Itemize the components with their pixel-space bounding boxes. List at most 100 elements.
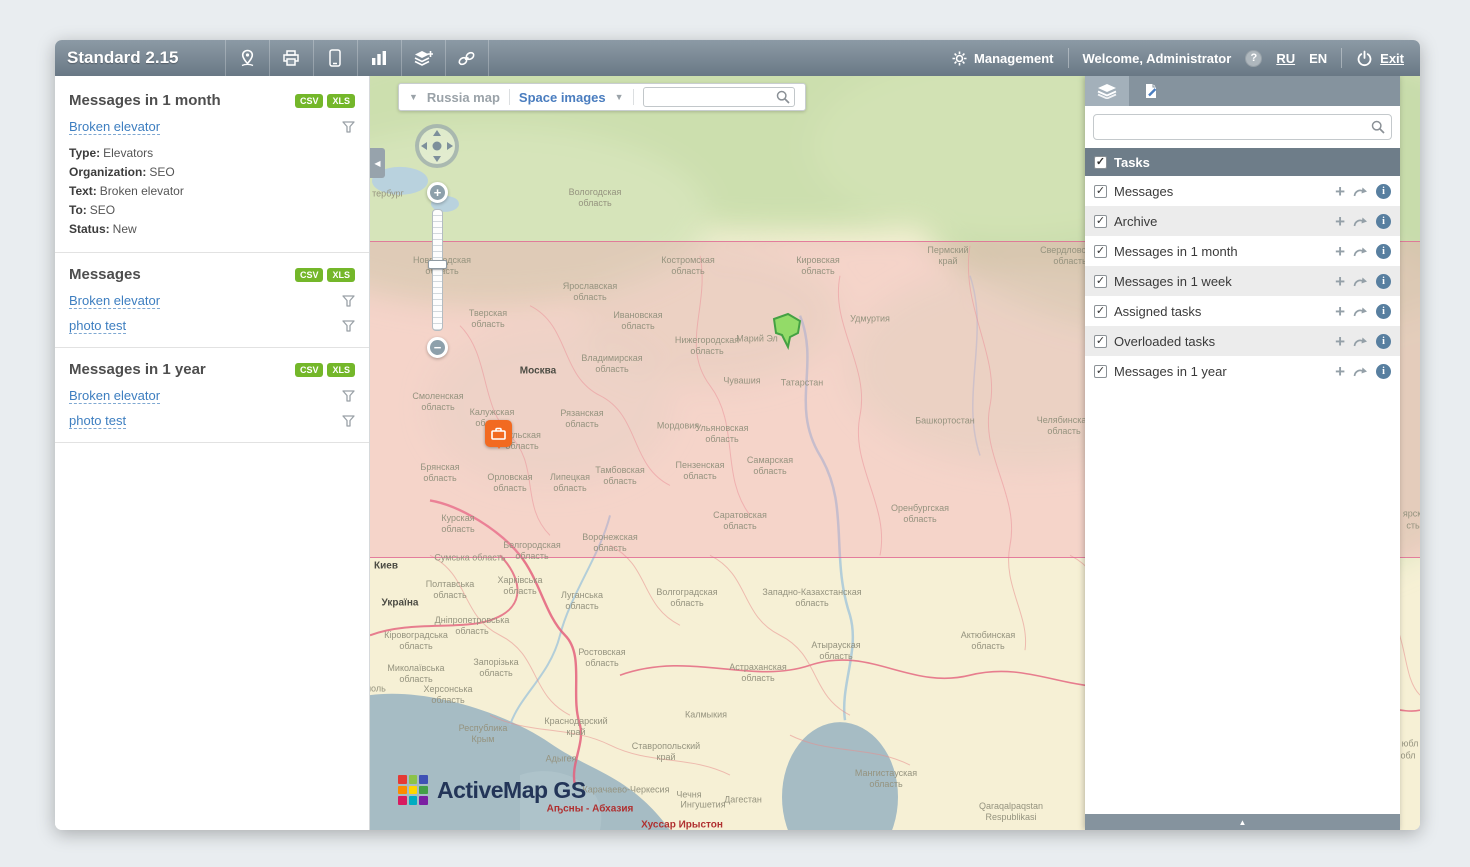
go-to-layer-icon[interactable] <box>1353 186 1368 197</box>
zoom-slider-handle[interactable] <box>428 260 447 269</box>
csv-export-button[interactable]: CSV <box>295 268 324 282</box>
layer-row[interactable]: Overloaded tasks <box>1085 326 1400 356</box>
print-button[interactable] <box>269 40 313 76</box>
go-to-layer-icon[interactable] <box>1353 276 1368 287</box>
task-link[interactable]: photo test <box>69 413 126 429</box>
csv-export-button[interactable]: CSV <box>295 94 324 108</box>
exit-button[interactable]: Exit <box>1356 50 1404 67</box>
xls-export-button[interactable]: XLS <box>327 94 355 108</box>
info-icon[interactable] <box>1376 244 1391 259</box>
filter-icon[interactable] <box>342 320 355 332</box>
orange-task-marker[interactable] <box>485 420 512 447</box>
filter-icon[interactable] <box>342 390 355 402</box>
info-icon[interactable] <box>1376 184 1391 199</box>
go-to-layer-icon[interactable] <box>1353 336 1368 347</box>
tab-legend[interactable] <box>1129 76 1173 106</box>
layer-row[interactable]: Messages in 1 month <box>1085 236 1400 266</box>
panel-collapse-button[interactable] <box>1085 814 1400 830</box>
task-link[interactable]: Broken elevator <box>69 293 160 309</box>
divider <box>633 89 634 105</box>
checkbox[interactable] <box>1094 245 1107 258</box>
add-icon[interactable] <box>1335 243 1345 260</box>
map-search-input[interactable] <box>643 87 795 107</box>
mobile-app-button[interactable] <box>313 40 357 76</box>
xls-export-button[interactable]: XLS <box>327 363 355 377</box>
panel-tabs <box>1085 76 1400 106</box>
checkbox[interactable] <box>1094 185 1107 198</box>
zoom-slider[interactable] <box>432 209 443 331</box>
overlay-selector[interactable]: Space images <box>519 90 606 105</box>
search-icon[interactable] <box>776 90 790 109</box>
info-icon[interactable] <box>1376 274 1391 289</box>
collapse-panel-button[interactable] <box>370 148 385 178</box>
add-icon[interactable] <box>1335 183 1345 200</box>
layer-row[interactable]: Archive <box>1085 206 1400 236</box>
go-to-layer-icon[interactable] <box>1353 366 1368 377</box>
pan-down-icon[interactable] <box>433 156 441 162</box>
tab-layers[interactable] <box>1085 76 1129 106</box>
layer-row[interactable]: Messages in 1 year <box>1085 356 1400 386</box>
marker-tool-button[interactable] <box>225 40 269 76</box>
checkbox[interactable] <box>1094 365 1107 378</box>
management-label: Management <box>974 51 1053 66</box>
layer-group-tasks[interactable]: Tasks <box>1085 148 1400 176</box>
layer-row[interactable]: Messages in 1 week <box>1085 266 1400 296</box>
add-icon[interactable] <box>1335 363 1345 380</box>
add-layer-icon <box>413 50 433 67</box>
pan-right-icon[interactable] <box>447 142 453 150</box>
filter-icon[interactable] <box>342 415 355 427</box>
layer-search-input[interactable] <box>1093 114 1392 140</box>
info-icon[interactable] <box>1376 364 1391 379</box>
checkbox[interactable] <box>1094 215 1107 228</box>
layer-label: Messages in 1 week <box>1114 274 1232 289</box>
detail-value: Broken elevator <box>100 184 184 198</box>
pan-up-icon[interactable] <box>433 130 441 136</box>
share-link-button[interactable] <box>445 40 489 76</box>
checkbox[interactable] <box>1094 156 1107 169</box>
pan-left-icon[interactable] <box>421 142 427 150</box>
report-section-messages-1-month: Messages in 1 month CSV XLS Broken eleva… <box>69 92 355 239</box>
csv-export-button[interactable]: CSV <box>295 363 324 377</box>
logo-text: ActiveMap GS <box>437 777 586 804</box>
map-area[interactable]: тербургВологодская областьНовгородская о… <box>370 76 1420 830</box>
basemap-selector[interactable]: Russia map <box>427 90 500 105</box>
zoom-out-button[interactable] <box>427 337 448 358</box>
search-icon[interactable] <box>1371 120 1385 139</box>
help-icon[interactable]: ? <box>1245 50 1262 67</box>
lang-en-button[interactable]: EN <box>1309 51 1327 66</box>
pan-control[interactable] <box>415 124 459 168</box>
info-icon[interactable] <box>1376 304 1391 319</box>
green-area-marker[interactable] <box>771 312 803 355</box>
info-icon[interactable] <box>1376 214 1391 229</box>
filter-icon[interactable] <box>342 295 355 307</box>
overlay-chevron-down-icon[interactable] <box>615 92 624 102</box>
basemap-chevron-down-icon[interactable] <box>409 92 418 102</box>
add-layer-button[interactable] <box>401 40 445 76</box>
add-icon[interactable] <box>1335 303 1345 320</box>
zoom-in-button[interactable] <box>427 182 448 203</box>
xls-export-button[interactable]: XLS <box>327 268 355 282</box>
go-to-layer-icon[interactable] <box>1353 306 1368 317</box>
go-to-layer-icon[interactable] <box>1353 246 1368 257</box>
task-link[interactable]: Broken elevator <box>69 388 160 404</box>
lang-ru-button[interactable]: RU <box>1276 51 1295 66</box>
task-link[interactable]: Broken elevator <box>69 119 160 135</box>
go-to-layer-icon[interactable] <box>1353 216 1368 227</box>
layer-row[interactable]: Messages <box>1085 176 1400 206</box>
add-icon[interactable] <box>1335 213 1345 230</box>
checkbox[interactable] <box>1094 335 1107 348</box>
info-icon[interactable] <box>1376 334 1391 349</box>
checkbox[interactable] <box>1094 275 1107 288</box>
task-link[interactable]: photo test <box>69 318 126 334</box>
layer-row[interactable]: Assigned tasks <box>1085 296 1400 326</box>
pan-center-icon[interactable] <box>433 142 442 151</box>
section-title: Messages <box>69 266 291 283</box>
checkbox[interactable] <box>1094 305 1107 318</box>
welcome-text: Welcome, Administrator <box>1083 51 1232 66</box>
add-icon[interactable] <box>1335 333 1345 350</box>
add-icon[interactable] <box>1335 273 1345 290</box>
layers-icon <box>1097 84 1117 99</box>
filter-icon[interactable] <box>342 121 355 133</box>
charts-button[interactable] <box>357 40 401 76</box>
management-button[interactable]: Management <box>952 51 1053 66</box>
